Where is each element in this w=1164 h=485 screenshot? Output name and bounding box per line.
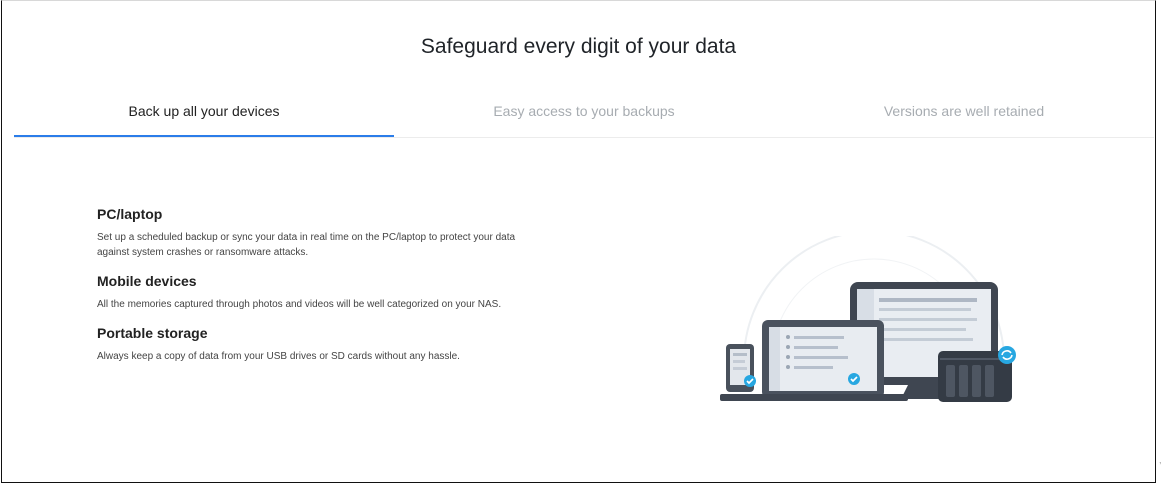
feature-portable-storage: Portable storage Always keep a copy of d…: [97, 325, 517, 364]
feature-description: All the memories captured through photos…: [97, 299, 502, 310]
nas-icon: [938, 346, 1016, 402]
phone-icon: [726, 344, 756, 392]
tab-easy-access[interactable]: Easy access to your backups: [394, 97, 774, 135]
feature-description: Always keep a copy of data from your USB…: [97, 351, 460, 362]
content-panel: Safeguard every digit of your data Back …: [1, 0, 1156, 483]
tab-back-up-devices[interactable]: Back up all your devices: [14, 97, 394, 137]
edge-tick: ,: [1159, 455, 1162, 465]
feature-pc-laptop: PC/laptop Set up a scheduled backup or s…: [97, 206, 517, 260]
feature-title: PC/laptop: [97, 206, 163, 222]
feature-list: PC/laptop Set up a scheduled backup or s…: [97, 206, 517, 377]
device-backup-illustration: [720, 236, 1016, 402]
page-title: Safeguard every digit of your data: [420, 35, 737, 59]
feature-title: Mobile devices: [97, 273, 197, 289]
feature-tabs: Back up all your devices Easy access to …: [14, 97, 1154, 138]
tab-versions-retained[interactable]: Versions are well retained: [774, 97, 1154, 135]
feature-mobile-devices: Mobile devices All the memories captured…: [97, 273, 517, 312]
feature-description: Set up a scheduled backup or sync your d…: [97, 232, 516, 258]
feature-title: Portable storage: [97, 325, 208, 341]
